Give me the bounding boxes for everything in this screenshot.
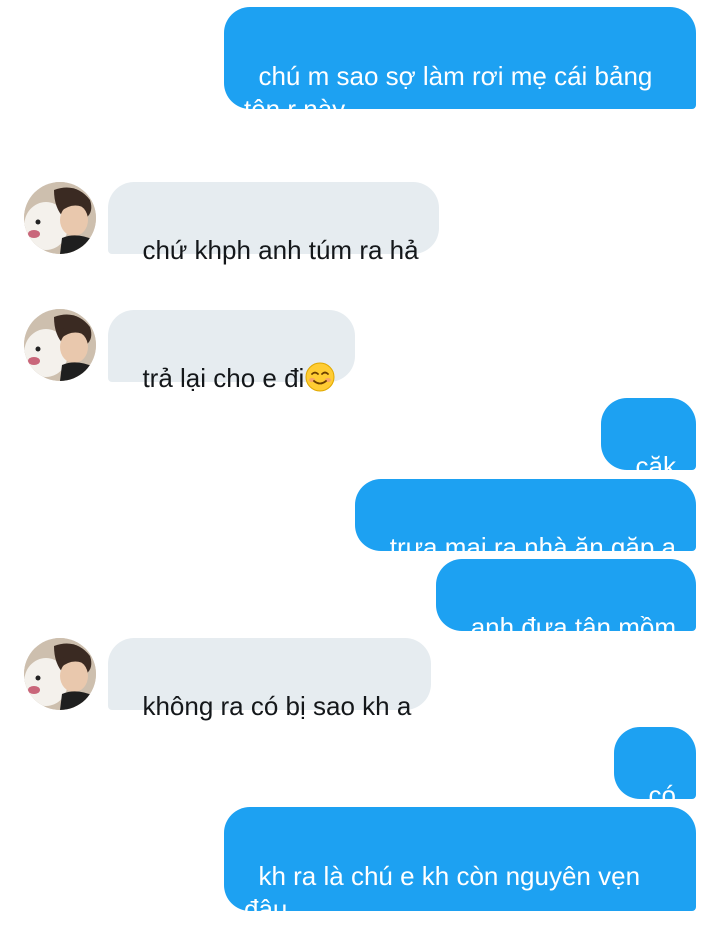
message-text: không ra có bị sao kh a	[142, 691, 412, 721]
message-bubble-sent[interactable]: chú m sao sợ làm rơi mẹ cái bảng tên r n…	[224, 7, 696, 124]
avatar-photo-icon	[24, 638, 96, 710]
message-text: chứ khph anh túm ra hả	[142, 235, 419, 265]
message-text: căk	[635, 451, 676, 481]
message-text: kh ra là chú e kh còn nguyên vẹn đâu	[244, 861, 641, 924]
message-text: trả lại cho e đi	[142, 363, 305, 393]
message-bubble-received[interactable]: không ra có bị sao kh a	[108, 638, 432, 721]
message-bubble-sent[interactable]: trưa mai ra nhà ăn gặp a	[355, 479, 696, 562]
message-text: có	[648, 780, 676, 810]
message-text: chú m sao sợ làm rơi mẹ cái bảng tên r n…	[244, 61, 653, 124]
message-bubble-sent[interactable]: có	[614, 727, 696, 810]
message-text: anh đưa tận mồm	[470, 612, 676, 642]
smiling-face-icon	[305, 362, 335, 392]
avatar[interactable]	[24, 182, 96, 254]
message-text: trưa mai ra nhà ăn gặp a	[389, 532, 676, 562]
message-bubble-received[interactable]: chứ khph anh túm ra hả	[108, 182, 439, 265]
message-bubble-received[interactable]: trả lại cho e đi	[108, 310, 356, 393]
avatar-photo-icon	[24, 309, 96, 381]
avatar[interactable]	[24, 638, 96, 710]
message-bubble-sent[interactable]: kh ra là chú e kh còn nguyên vẹn đâu	[224, 807, 696, 924]
avatar-photo-icon	[24, 182, 96, 254]
avatar[interactable]	[24, 309, 96, 381]
message-bubble-sent[interactable]: anh đưa tận mồm	[436, 559, 696, 642]
message-bubble-sent[interactable]: căk	[601, 398, 696, 481]
